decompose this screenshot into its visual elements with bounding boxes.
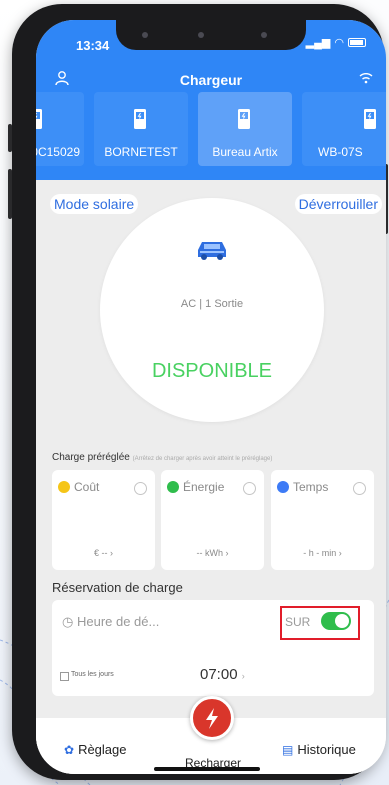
battery-icon bbox=[348, 38, 366, 47]
charger-icon bbox=[364, 109, 376, 129]
phone-side-button bbox=[8, 169, 12, 219]
card-header: Temps bbox=[277, 480, 328, 494]
reservation-time[interactable]: 07:00 › bbox=[200, 666, 245, 683]
preset-title: Charge préréglée bbox=[52, 452, 130, 463]
car-icon bbox=[198, 242, 226, 260]
tab-history[interactable]: ▤ Historique bbox=[282, 742, 356, 757]
card-header: Coût bbox=[58, 480, 99, 494]
charger-type: AC | 1 Sortie bbox=[180, 298, 244, 310]
home-indicator bbox=[154, 767, 260, 771]
app-screen: 13:34 ▂▄▆ ◠ Chargeur FG0C15029 bbox=[36, 20, 386, 774]
charger-label: BORNETEST bbox=[104, 145, 178, 159]
phone-frame: 13:34 ▂▄▆ ◠ Chargeur FG0C15029 bbox=[8, 4, 388, 780]
unlock-button[interactable]: Déverrouiller bbox=[294, 194, 382, 214]
main-content: AC | 1 Sortie DISPONIBLE Mode solaire Dé… bbox=[36, 180, 386, 774]
chevron-right-icon: › bbox=[241, 671, 245, 681]
check-icon[interactable] bbox=[134, 482, 147, 495]
charger-tab-fg0c15029[interactable]: FG0C15029 bbox=[36, 92, 84, 166]
charger-label: WB-07S bbox=[318, 145, 363, 159]
charger-tab-bornetest[interactable]: BORNETEST bbox=[94, 92, 188, 166]
reservation-title: Réservation de charge bbox=[52, 580, 183, 595]
charger-tab-bureau-artix[interactable]: Bureau Artix bbox=[198, 92, 292, 166]
status-time: 13:34 bbox=[76, 38, 110, 53]
card-value: € -- › bbox=[94, 548, 113, 558]
card-value: - h - min › bbox=[303, 548, 342, 558]
charger-tab-wb-07s[interactable]: WB-07S bbox=[302, 92, 386, 166]
recharge-button[interactable] bbox=[190, 696, 234, 740]
notch-sensor bbox=[142, 32, 148, 38]
check-icon[interactable] bbox=[243, 482, 256, 495]
phone-side-button bbox=[8, 124, 12, 152]
energy-icon bbox=[167, 481, 179, 493]
preset-card-time[interactable]: Temps - h - min › bbox=[271, 470, 374, 570]
start-time-text: Heure de dé... bbox=[76, 614, 160, 629]
card-label: Coût bbox=[74, 480, 100, 494]
charger-icon bbox=[36, 109, 42, 129]
daily-label: Tous les jours bbox=[71, 671, 114, 678]
tab-settings-label: Règlage bbox=[78, 742, 127, 757]
charger-label: FG0C15029 bbox=[36, 145, 80, 159]
wireless-signal-icon[interactable] bbox=[358, 70, 374, 91]
preset-hint: (Arrêtez de charger après avoir atteint … bbox=[132, 456, 273, 462]
card-label: Énergie bbox=[183, 480, 225, 494]
reservation-toggle[interactable] bbox=[321, 612, 351, 630]
card-header: Énergie bbox=[167, 480, 224, 494]
status-icons: ▂▄▆ ◠ bbox=[306, 36, 366, 49]
charger-label: Bureau Artix bbox=[212, 145, 278, 159]
check-icon[interactable] bbox=[353, 482, 366, 495]
tab-history-label: Historique bbox=[297, 742, 356, 757]
notch-camera bbox=[198, 32, 204, 38]
phone-notch bbox=[116, 20, 306, 50]
charger-icon bbox=[238, 109, 250, 129]
card-value: -- kWh › bbox=[196, 548, 229, 558]
tab-settings[interactable]: ✿ Règlage bbox=[64, 742, 127, 757]
daily-checkbox[interactable] bbox=[60, 672, 69, 681]
toggle-label: SUR bbox=[285, 615, 311, 629]
page-title: Chargeur bbox=[179, 72, 243, 88]
stage: 13:34 ▂▄▆ ◠ Chargeur FG0C15029 bbox=[0, 0, 389, 785]
start-time-label[interactable]: ◷ Heure de dé... bbox=[62, 614, 159, 630]
status-dial: AC | 1 Sortie DISPONIBLE bbox=[100, 198, 324, 422]
document-icon: ▤ bbox=[282, 742, 294, 757]
notch-sensor bbox=[261, 32, 267, 38]
app-header: 13:34 ▂▄▆ ◠ Chargeur FG0C15029 bbox=[36, 20, 386, 180]
card-label: Temps bbox=[293, 480, 329, 494]
signal-bars-icon: ▂▄▆ bbox=[305, 37, 331, 49]
coin-icon bbox=[58, 481, 70, 493]
charger-status: DISPONIBLE bbox=[151, 360, 273, 382]
preset-label: Charge préréglée (Arrêtez de charger apr… bbox=[52, 452, 272, 463]
gear-icon: ✿ bbox=[64, 742, 75, 757]
clock-icon: ◷ bbox=[62, 614, 74, 629]
charger-icon bbox=[134, 109, 146, 129]
lightning-icon bbox=[206, 708, 218, 729]
preset-card-cost[interactable]: Coût € -- › bbox=[52, 470, 155, 570]
reservation-card: ◷ Heure de dé... SUR Tous les jours 07:0… bbox=[52, 600, 374, 696]
reservation-time-value: 07:00 bbox=[200, 666, 238, 683]
preset-card-energy[interactable]: Énergie -- kWh › bbox=[161, 470, 264, 570]
wifi-icon: ◠ bbox=[334, 37, 344, 49]
charger-selector: FG0C15029 BORNETEST Bureau Artix WB-07S bbox=[36, 92, 386, 166]
clock-icon bbox=[277, 481, 289, 493]
solar-mode-button[interactable]: Mode solaire bbox=[50, 194, 139, 214]
